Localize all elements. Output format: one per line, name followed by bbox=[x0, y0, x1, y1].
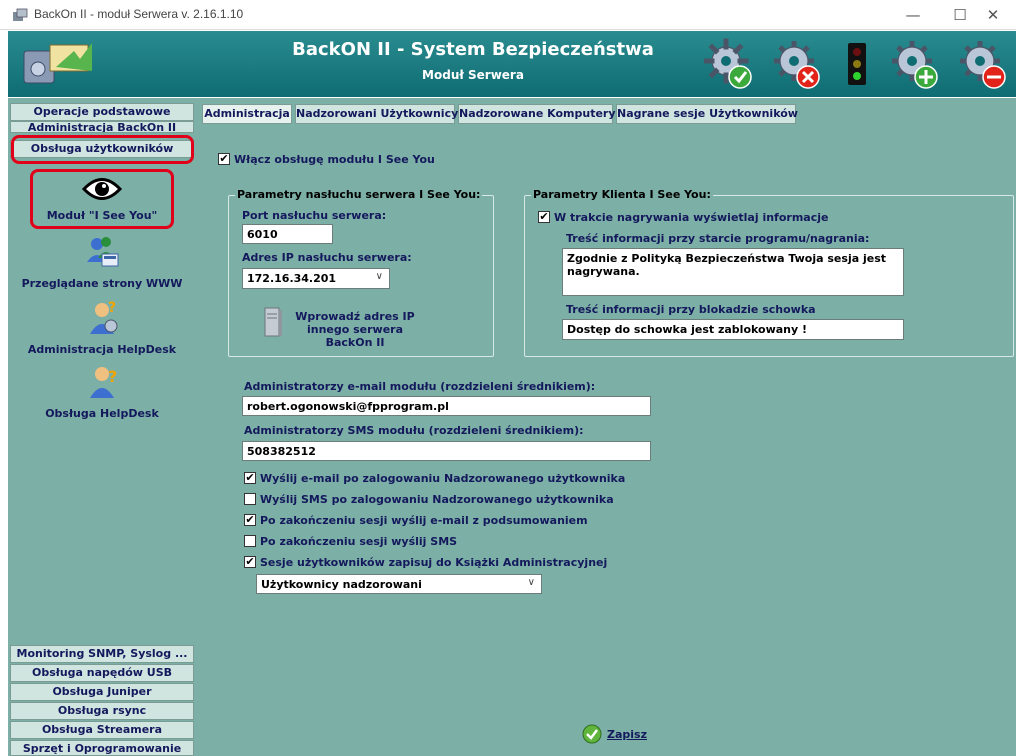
sidebar-item-helpdesk[interactable]: ? Obsługa HelpDesk bbox=[8, 362, 196, 420]
close-button[interactable]: ✕ bbox=[970, 0, 1016, 30]
ip-select[interactable]: 172.16.34.201 ∨ bbox=[242, 268, 390, 289]
option-email-summary-checkbox[interactable]: ✔ bbox=[244, 514, 256, 526]
clipboard-info-label: Treść informacji przy blokadzie schowka bbox=[566, 303, 816, 316]
start-info-field[interactable]: Zgodnie z Polityką Bezpieczeństwa Twoja … bbox=[562, 248, 904, 296]
window-titlebar: BackOn II - moduł Serwera v. 2.16.1.10 —… bbox=[0, 0, 1016, 30]
other-server-ip-button[interactable]: Wprowadź adres IP innego serwera BackOn … bbox=[290, 310, 420, 349]
start-info-label: Treść informacji przy starcie programu/n… bbox=[566, 232, 870, 245]
save-button[interactable]: Zapisz bbox=[582, 724, 647, 744]
maximize-icon: ☐ bbox=[953, 6, 967, 24]
clipboard-info-field[interactable]: Dostęp do schowka jest zablokowany ! bbox=[562, 319, 904, 340]
app-icon bbox=[13, 8, 28, 21]
option-label: Po zakończeniu sesji wyślij e-mail z pod… bbox=[260, 514, 588, 527]
tab-supervised-users[interactable]: Nadzorowani Użytkownicy bbox=[295, 104, 458, 124]
tab-recorded-sessions[interactable]: Nagrane sesje Użytkowników bbox=[616, 104, 798, 124]
sms-admins-label: Administratorzy SMS modułu (rozdzieleni … bbox=[244, 424, 584, 437]
ip-select-value: 172.16.34.201 bbox=[247, 272, 337, 285]
show-info-label: W trakcie nagrywania wyświetlaj informac… bbox=[554, 211, 829, 224]
sidebar-button-basic-operations[interactable]: Operacje podstawowe bbox=[10, 103, 194, 121]
sidebar-button-usb[interactable]: Obsługa napędów USB bbox=[10, 664, 194, 682]
users-select-value: Użytkownicy nadzorowani bbox=[261, 578, 422, 591]
tab-administracja[interactable]: Administracja bbox=[202, 104, 292, 124]
sidebar-item-web-pages[interactable]: Przeglądane strony WWW bbox=[8, 232, 196, 290]
web-users-icon bbox=[87, 237, 119, 267]
sidebar-button-backon-admin[interactable]: Administracja BackOn II bbox=[10, 121, 194, 133]
sidebar-button-monitoring[interactable]: Monitoring SNMP, Syslog ... bbox=[10, 645, 194, 663]
tab-supervised-computers[interactable]: Nadzorowane Komputery bbox=[458, 104, 616, 124]
option-sms-login-checkbox[interactable] bbox=[244, 493, 256, 505]
gear-remove-icon[interactable] bbox=[958, 37, 1008, 91]
minimize-button[interactable]: — bbox=[890, 0, 936, 30]
sidebar-button-streamer[interactable]: Obsługa Streamera bbox=[10, 721, 194, 739]
show-info-checkbox[interactable]: ✔ bbox=[538, 211, 550, 223]
port-label: Port nasłuchu serwera: bbox=[242, 209, 387, 222]
server-params-legend: Parametry nasłuchu serwera I See You: bbox=[235, 188, 483, 201]
highlight-outline bbox=[30, 169, 174, 229]
chevron-down-icon: ∨ bbox=[375, 271, 383, 282]
sidebar-item-label: Obsługa HelpDesk bbox=[45, 407, 159, 420]
enable-module-label: Włącz obsługę modułu I See You bbox=[234, 153, 435, 166]
sidebar-item-helpdesk-admin[interactable]: ? Administracja HelpDesk bbox=[8, 298, 196, 356]
app-header: BackON II - System Bezpieczeństwa Moduł … bbox=[8, 31, 1016, 97]
highlight-outline bbox=[11, 135, 194, 164]
close-icon: ✕ bbox=[986, 6, 1000, 24]
gear-add-icon[interactable] bbox=[890, 37, 940, 91]
helpdesk-user-icon: ? bbox=[90, 367, 117, 398]
check-circle-icon bbox=[582, 724, 602, 744]
server-icon bbox=[264, 307, 282, 337]
chevron-down-icon: ∨ bbox=[527, 577, 535, 588]
sidebar-button-juniper[interactable]: Obsługa Juniper bbox=[10, 683, 194, 701]
gear-check-icon[interactable] bbox=[704, 37, 754, 91]
svg-text:?: ? bbox=[108, 300, 116, 316]
email-admins-field[interactable]: robert.ogonowski@fpprogram.pl bbox=[242, 396, 651, 416]
email-admins-label: Administratorzy e-mail modułu (rozdziele… bbox=[244, 380, 596, 393]
sidebar-item-label: Przeglądane strony WWW bbox=[21, 277, 183, 290]
gear-cancel-icon[interactable] bbox=[772, 37, 822, 91]
sms-admins-field[interactable]: 508382512 bbox=[242, 441, 651, 461]
option-label: Po zakończeniu sesji wyślij SMS bbox=[260, 535, 458, 548]
enable-module-checkbox[interactable]: ✔ bbox=[218, 153, 230, 165]
option-sms-summary-checkbox[interactable] bbox=[244, 535, 256, 547]
sidebar-item-label: Administracja HelpDesk bbox=[27, 343, 177, 356]
option-email-login-checkbox[interactable]: ✔ bbox=[244, 472, 256, 484]
port-field[interactable]: 6010 bbox=[242, 224, 333, 244]
sidebar-button-rsync[interactable]: Obsługa rsync bbox=[10, 702, 194, 720]
sidebar: Operacje podstawowe Administracja BackOn… bbox=[8, 98, 196, 756]
svg-text:?: ? bbox=[108, 367, 117, 386]
option-label: Sesje użytkowników zapisuj do Książki Ad… bbox=[260, 556, 608, 569]
save-button-label: Zapisz bbox=[607, 727, 647, 741]
traffic-light-icon[interactable] bbox=[842, 37, 872, 91]
minimize-icon: — bbox=[905, 6, 921, 24]
helpdesk-admin-icon: ? bbox=[90, 300, 118, 334]
window-title: BackOn II - moduł Serwera v. 2.16.1.10 bbox=[34, 7, 244, 21]
option-label: Wyślij SMS po zalogowaniu Nadzorowanego … bbox=[260, 493, 614, 506]
client-params-legend: Parametry Klienta I See You: bbox=[531, 188, 713, 201]
option-label: Wyślij e-mail po zalogowaniu Nadzorowane… bbox=[260, 472, 626, 485]
main-content: Administracja Nadzorowani Użytkownicy Na… bbox=[196, 98, 1016, 756]
option-admin-book-checkbox[interactable]: ✔ bbox=[244, 556, 256, 568]
sidebar-button-hardware-software[interactable]: Sprzęt i Oprogramowanie bbox=[10, 740, 194, 756]
users-select[interactable]: Użytkownicy nadzorowani ∨ bbox=[256, 574, 542, 594]
ip-label: Adres IP nasłuchu serwera: bbox=[242, 251, 412, 264]
